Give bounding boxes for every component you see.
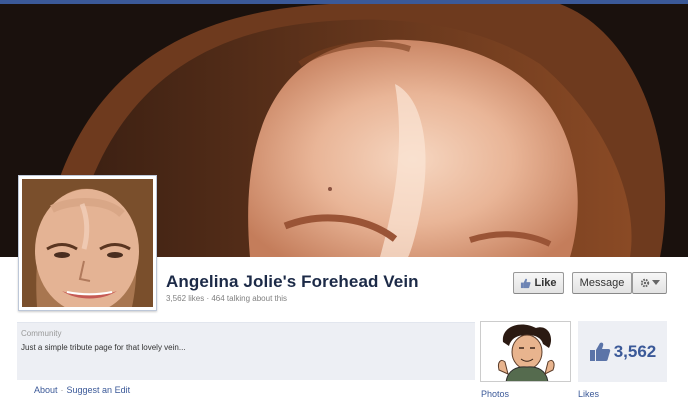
photos-app-thumbnail[interactable] [480, 321, 571, 382]
caret-down-icon [651, 280, 660, 285]
page-stats: 3,562 likes · 464 talking about this [166, 294, 287, 303]
thumbs-up-icon [521, 278, 532, 288]
profile-picture[interactable] [18, 175, 157, 311]
thumbs-up-icon [589, 342, 610, 361]
page-category: Community [21, 329, 62, 338]
message-button[interactable]: Message [572, 272, 632, 294]
page-options-button[interactable] [632, 272, 667, 294]
suggest-edit-link[interactable]: Suggest an Edit [67, 385, 131, 395]
likes-count: 3,562 [613, 341, 657, 361]
photos-label[interactable]: Photos [481, 389, 509, 399]
gear-icon [640, 278, 649, 288]
about-link[interactable]: About [34, 385, 58, 395]
about-panel: Community Just a simple tribute page for… [17, 322, 475, 380]
message-button-label: Message [579, 277, 625, 289]
page-description: Just a simple tribute page for that love… [21, 343, 186, 352]
footer-separator: · [60, 385, 64, 395]
like-button[interactable]: Like [513, 272, 564, 294]
likes-app-tile[interactable]: 3,562 [578, 321, 667, 382]
likes-label[interactable]: Likes [578, 389, 599, 399]
footer-links: About · Suggest an Edit [34, 385, 130, 395]
page-title[interactable]: Angelina Jolie's Forehead Vein [166, 272, 419, 292]
like-button-label: Like [534, 277, 557, 289]
